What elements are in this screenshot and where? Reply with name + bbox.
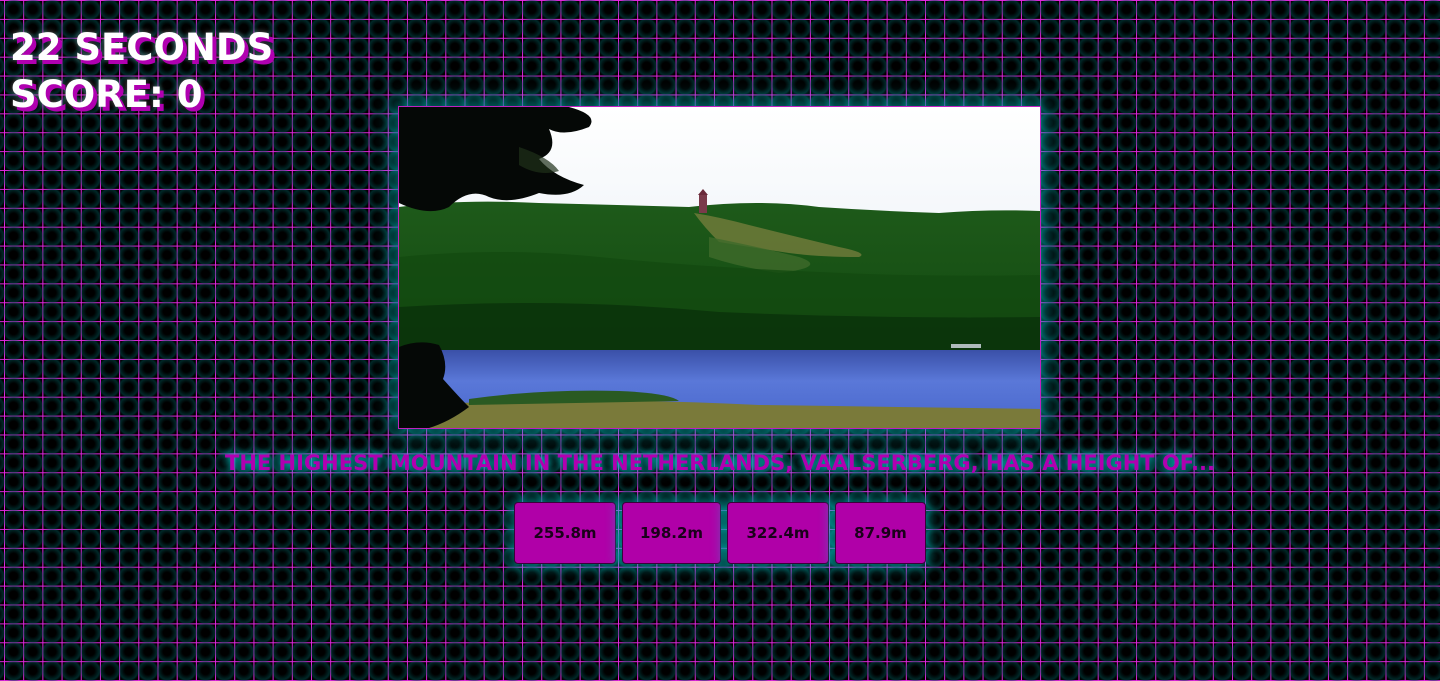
answer-button-4[interactable]: 87.9m xyxy=(835,502,926,564)
question-text: THE HIGHEST MOUNTAIN IN THE NETHERLANDS,… xyxy=(225,451,1215,475)
answer-button-3[interactable]: 322.4m xyxy=(727,502,829,564)
answer-options: 255.8m 198.2m 322.4m 87.9m xyxy=(514,502,926,566)
score-display: SCORE: 0 xyxy=(10,73,203,116)
hud: 22 SECONDS SCORE: 0 xyxy=(10,24,273,118)
question-photo xyxy=(399,107,1040,428)
timer-display: 22 SECONDS xyxy=(10,26,274,69)
answer-button-1[interactable]: 255.8m xyxy=(514,502,616,564)
answer-button-2[interactable]: 198.2m xyxy=(622,502,721,564)
